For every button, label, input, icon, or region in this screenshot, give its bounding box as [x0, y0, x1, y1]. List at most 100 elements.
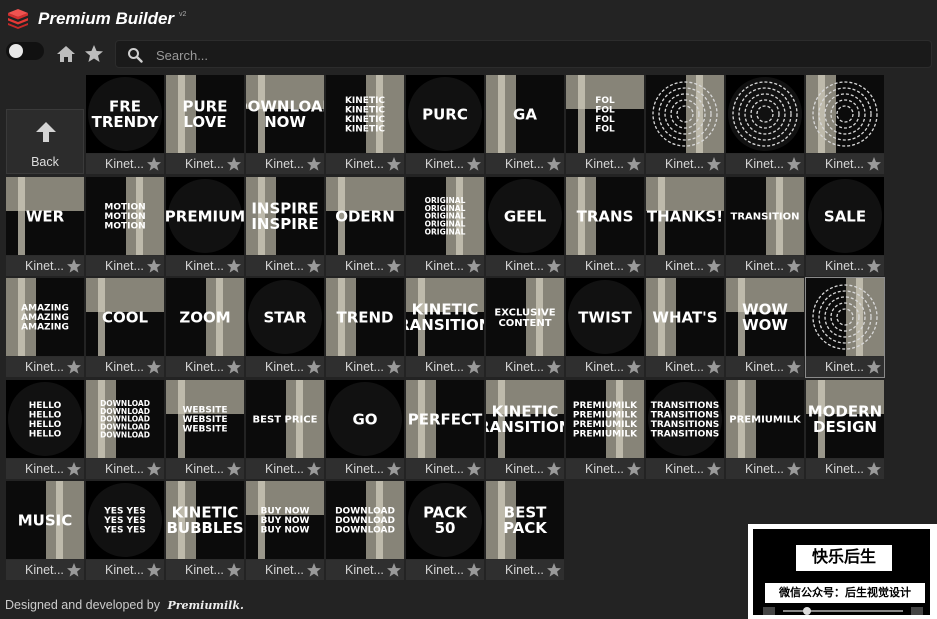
- favorite-star-icon[interactable]: [546, 156, 562, 172]
- template-thumbnail[interactable]: GO: [326, 380, 404, 458]
- template-thumbnail[interactable]: TRANSITION: [726, 177, 804, 255]
- template-thumbnail[interactable]: INSPIRE INSPIRE: [246, 177, 324, 255]
- template-thumbnail[interactable]: THANKS!: [646, 177, 724, 255]
- favorite-star-icon[interactable]: [866, 359, 882, 375]
- template-thumbnail[interactable]: DOWNLOAD DOWNLOAD DOWNLOAD DOWNLOAD DOWNLOAD: [86, 380, 164, 458]
- favorite-star-icon[interactable]: [866, 258, 882, 274]
- template-thumbnail[interactable]: AMAZING AMAZING AMAZING: [6, 278, 84, 356]
- favorite-star-icon[interactable]: [66, 258, 82, 274]
- template-tile[interactable]: COOL Kinet...: [86, 278, 164, 377]
- favorite-star-icon[interactable]: [386, 258, 402, 274]
- template-thumbnail[interactable]: [806, 75, 884, 153]
- template-thumbnail[interactable]: KINETIC KINETIC KINETIC KINETIC: [326, 75, 404, 153]
- template-tile[interactable]: FOL FOL FOL FOL Kinet...: [566, 75, 644, 174]
- favorite-star-icon[interactable]: [546, 258, 562, 274]
- template-tile[interactable]: MODERN DESIGN Kinet...: [806, 380, 884, 479]
- template-tile[interactable]: PURC Kinet...: [406, 75, 484, 174]
- template-tile[interactable]: BEST PRICE Kinet...: [246, 380, 324, 479]
- favorite-star-icon[interactable]: [626, 461, 642, 477]
- template-thumbnail[interactable]: PREMIUMILK: [726, 380, 804, 458]
- template-thumbnail[interactable]: PERFECT: [406, 380, 484, 458]
- template-tile[interactable]: GA Kinet...: [486, 75, 564, 174]
- template-tile[interactable]: Kinet...: [806, 75, 884, 174]
- template-thumbnail[interactable]: GA: [486, 75, 564, 153]
- template-thumbnail[interactable]: [646, 75, 724, 153]
- favorite-star-icon[interactable]: [466, 359, 482, 375]
- template-tile[interactable]: SALE Kinet...: [806, 177, 884, 276]
- template-tile[interactable]: Kinet...: [726, 75, 804, 174]
- template-thumbnail[interactable]: YES YES YES YES YES YES: [86, 481, 164, 559]
- template-tile[interactable]: Kinet...: [646, 75, 724, 174]
- favorites-star-icon[interactable]: [84, 44, 104, 64]
- favorite-star-icon[interactable]: [466, 461, 482, 477]
- favorite-star-icon[interactable]: [706, 461, 722, 477]
- template-tile[interactable]: EXCLUSIVE CONTENT Kinet...: [486, 278, 564, 377]
- favorite-star-icon[interactable]: [466, 258, 482, 274]
- template-tile[interactable]: TRANSITIONS TRANSITIONS TRANSITIONS TRANSIT…: [646, 380, 724, 479]
- favorite-star-icon[interactable]: [786, 461, 802, 477]
- template-tile[interactable]: WOW WOW Kinet...: [726, 278, 804, 377]
- template-thumbnail[interactable]: ODERN: [326, 177, 404, 255]
- template-tile[interactable]: INSPIRE INSPIRE Kinet...: [246, 177, 324, 276]
- template-tile[interactable]: PREMIUM Kinet...: [166, 177, 244, 276]
- template-thumbnail[interactable]: SALE: [806, 177, 884, 255]
- template-thumbnail[interactable]: [806, 278, 884, 356]
- template-thumbnail[interactable]: MOTION MOTION MOTION: [86, 177, 164, 255]
- template-tile[interactable]: HELLO HELLO HELLO HELLO Kinet...: [6, 380, 84, 479]
- favorite-star-icon[interactable]: [466, 156, 482, 172]
- template-tile[interactable]: MUSIC Kinet...: [6, 481, 84, 580]
- favorite-star-icon[interactable]: [546, 359, 562, 375]
- favorite-star-icon[interactable]: [706, 258, 722, 274]
- favorite-star-icon[interactable]: [66, 562, 82, 578]
- favorite-star-icon[interactable]: [66, 359, 82, 375]
- template-thumbnail[interactable]: ORIGINAL ORIGINAL ORIGINAL ORIGINAL ORIGINAL: [406, 177, 484, 255]
- template-tile[interactable]: AMAZING AMAZING AMAZING Kinet...: [6, 278, 84, 377]
- favorite-star-icon[interactable]: [466, 562, 482, 578]
- favorite-star-icon[interactable]: [306, 461, 322, 477]
- template-tile[interactable]: KINETIC BUBBLES Kinet...: [166, 481, 244, 580]
- favorite-star-icon[interactable]: [706, 359, 722, 375]
- template-tile[interactable]: Kinet...: [805, 277, 885, 378]
- template-tile[interactable]: STAR Kinet...: [246, 278, 324, 377]
- favorite-star-icon[interactable]: [306, 156, 322, 172]
- template-tile[interactable]: WEBSITE WEBSITE WEBSITE Kinet...: [166, 380, 244, 479]
- template-thumbnail[interactable]: EXCLUSIVE CONTENT: [486, 278, 564, 356]
- favorite-star-icon[interactable]: [786, 359, 802, 375]
- template-thumbnail[interactable]: PREMIUMILK PREMIUMILK PREMIUMILK PREMIUMILK: [566, 380, 644, 458]
- favorite-star-icon[interactable]: [226, 461, 242, 477]
- template-tile[interactable]: KINETIC KINETIC KINETIC KINETIC Kinet...: [326, 75, 404, 174]
- favorite-star-icon[interactable]: [146, 461, 162, 477]
- template-thumbnail[interactable]: FRE TRENDY: [86, 75, 164, 153]
- template-tile[interactable]: TREND Kinet...: [326, 278, 404, 377]
- template-tile[interactable]: KINETICTRANSITIONS Kinet...: [486, 380, 564, 479]
- template-tile[interactable]: ODERN Kinet...: [326, 177, 404, 276]
- template-thumbnail[interactable]: WEBSITE WEBSITE WEBSITE: [166, 380, 244, 458]
- favorite-star-icon[interactable]: [306, 258, 322, 274]
- favorite-star-icon[interactable]: [386, 359, 402, 375]
- template-tile[interactable]: PERFECT Kinet...: [406, 380, 484, 479]
- favorite-star-icon[interactable]: [546, 562, 562, 578]
- template-tile[interactable]: PURE LOVE Kinet...: [166, 75, 244, 174]
- template-thumbnail[interactable]: ZOOM: [166, 278, 244, 356]
- template-tile[interactable]: GEEL Kinet...: [486, 177, 564, 276]
- template-tile[interactable]: MOTION MOTION MOTION Kinet...: [86, 177, 164, 276]
- template-thumbnail[interactable]: KINETICTRANSITIONS: [486, 380, 564, 458]
- template-tile[interactable]: TRANS Kinet...: [566, 177, 644, 276]
- template-thumbnail[interactable]: WHAT'S: [646, 278, 724, 356]
- template-thumbnail[interactable]: MODERN DESIGN: [806, 380, 884, 458]
- favorite-star-icon[interactable]: [626, 156, 642, 172]
- template-tile[interactable]: BUY NOW BUY NOW BUY NOW Kinet...: [246, 481, 324, 580]
- template-thumbnail[interactable]: KINETIC BUBBLES: [166, 481, 244, 559]
- favorite-star-icon[interactable]: [146, 562, 162, 578]
- favorite-star-icon[interactable]: [146, 359, 162, 375]
- footer-brand[interactable]: Premiumilk.: [167, 599, 243, 612]
- template-tile[interactable]: ORIGINAL ORIGINAL ORIGINAL ORIGINAL ORIGINAL…: [406, 177, 484, 276]
- template-thumbnail[interactable]: BUY NOW BUY NOW BUY NOW: [246, 481, 324, 559]
- template-tile[interactable]: PREMIUMILK PREMIUMILK PREMIUMILK PREMIUMILK…: [566, 380, 644, 479]
- favorite-star-icon[interactable]: [146, 156, 162, 172]
- template-thumbnail[interactable]: DOWNLOADNOW: [246, 75, 324, 153]
- template-tile[interactable]: DOWNLOAD DOWNLOAD DOWNLOAD Kinet...: [326, 481, 404, 580]
- favorite-star-icon[interactable]: [226, 156, 242, 172]
- template-thumbnail[interactable]: DOWNLOAD DOWNLOAD DOWNLOAD: [326, 481, 404, 559]
- template-thumbnail[interactable]: STAR: [246, 278, 324, 356]
